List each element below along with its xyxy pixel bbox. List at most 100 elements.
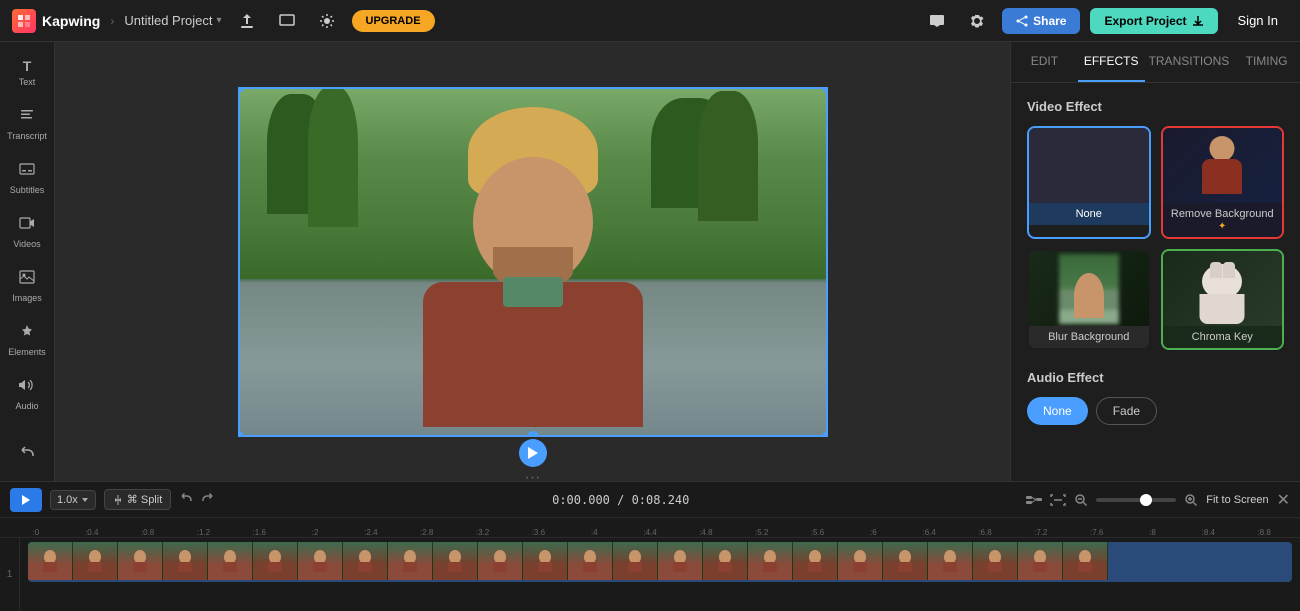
effect-blur-bg-label: Blur Background: [1029, 326, 1149, 348]
chat-button[interactable]: [922, 6, 952, 36]
panel-tabs: EDIT EFFECTS TRANSITIONS TIMING: [1011, 42, 1300, 83]
play-button[interactable]: [10, 488, 42, 512]
track-thumb-13: [568, 542, 613, 580]
effect-chroma-key[interactable]: Chroma Key: [1161, 249, 1285, 350]
audio-icon: [19, 377, 35, 398]
video-frame: [238, 87, 828, 437]
track-thumb-3: [118, 542, 163, 580]
sidebar: T Text Transcript Subtitles Videos Ima: [0, 42, 55, 481]
handle-bottom-mid[interactable]: [527, 431, 539, 437]
videos-icon: [19, 215, 35, 236]
topbar: Kapwing › Untitled Project ▾ UPGRADE Sha…: [0, 0, 1300, 42]
zoom-slider[interactable]: [1096, 498, 1176, 502]
track-number: 1: [0, 538, 20, 611]
breadcrumb-sep: ›: [110, 14, 114, 28]
track-thumb-5: [208, 542, 253, 580]
text-icon: T: [23, 58, 32, 74]
audio-buttons: None Fade: [1027, 397, 1284, 425]
share-button[interactable]: Share: [1002, 8, 1080, 34]
sidebar-item-subtitles[interactable]: Subtitles: [2, 153, 52, 203]
logo[interactable]: Kapwing: [12, 9, 100, 33]
timeline-tracks: 1: [0, 538, 1300, 611]
track-thumb-21: [928, 542, 973, 580]
effect-chroma-key-label: Chroma Key: [1163, 326, 1283, 348]
undo-icon: [19, 444, 35, 465]
fit-screen-button[interactable]: Fit to Screen: [1206, 494, 1268, 506]
track-thumb-2: [73, 542, 118, 580]
sidebar-item-text[interactable]: T Text: [2, 50, 52, 95]
zoom-out-button[interactable]: [1074, 493, 1088, 507]
zoom-in-button[interactable]: [1184, 493, 1198, 507]
effect-blur-bg[interactable]: Blur Background: [1027, 249, 1151, 350]
track-thumb-17: [748, 542, 793, 580]
close-timeline-button[interactable]: ✕: [1277, 490, 1290, 510]
signin-button[interactable]: Sign In: [1228, 13, 1288, 28]
track-thumb-23: [1018, 542, 1063, 580]
fit-tracks-button[interactable]: [1050, 494, 1066, 506]
undo-button[interactable]: [179, 491, 193, 508]
ruler-ticks: :0 :0.4 :0.8 :1.2 :1.6 :2 :2.4 :2.8 :3.2…: [0, 518, 1300, 537]
export-button[interactable]: Export Project: [1090, 8, 1217, 34]
timeline-right-controls: Fit to Screen ✕: [1026, 490, 1290, 510]
split-button[interactable]: ⌘ Split: [104, 489, 171, 510]
timeline-controls: 1.0x ⌘ Split 0:00.000 / 0:08.240: [0, 482, 1300, 518]
sidebar-images-label: Images: [12, 293, 42, 303]
track-content[interactable]: [20, 538, 1300, 611]
transcript-icon: [19, 107, 35, 128]
settings-button[interactable]: [962, 6, 992, 36]
video-track[interactable]: [28, 542, 1292, 582]
effect-none[interactable]: None: [1027, 126, 1151, 239]
track-thumb-1: [28, 542, 73, 580]
effect-none-label: None: [1029, 203, 1149, 225]
tab-timing[interactable]: TIMING: [1233, 42, 1300, 82]
upgrade-button[interactable]: UPGRADE: [352, 10, 435, 32]
export-label: Export Project: [1104, 14, 1186, 28]
sidebar-item-videos[interactable]: Videos: [2, 207, 52, 257]
sparkle-icon: ✦: [1218, 221, 1226, 232]
effect-blur-bg-thumb: [1029, 251, 1149, 326]
sidebar-item-elements[interactable]: Elements: [2, 315, 52, 365]
speed-selector[interactable]: 1.0x: [50, 490, 96, 510]
logo-icon: [12, 9, 36, 33]
video-effect-title: Video Effect: [1027, 99, 1284, 114]
sidebar-audio-label: Audio: [15, 401, 38, 411]
sidebar-undo[interactable]: [2, 436, 52, 473]
project-name[interactable]: Untitled Project ▾: [124, 13, 221, 28]
tab-effects[interactable]: EFFECTS: [1078, 42, 1145, 82]
tab-edit[interactable]: EDIT: [1011, 42, 1078, 82]
track-merge-button[interactable]: [1026, 494, 1042, 506]
track-thumb-12: [523, 542, 568, 580]
sidebar-elements-label: Elements: [8, 347, 46, 357]
track-thumb-24: [1063, 542, 1108, 580]
sidebar-transcript-label: Transcript: [7, 131, 47, 141]
right-panel: EDIT EFFECTS TRANSITIONS TIMING Video Ef…: [1010, 42, 1300, 481]
sidebar-item-images[interactable]: Images: [2, 261, 52, 311]
track-thumb-4: [163, 542, 208, 580]
track-thumb-15: [658, 542, 703, 580]
audio-fade-button[interactable]: Fade: [1096, 397, 1157, 425]
monitor-button[interactable]: [272, 6, 302, 36]
person-figure: [393, 107, 673, 427]
track-thumbs: [28, 542, 1108, 582]
timeline-ruler: :0 :0.4 :0.8 :1.2 :1.6 :2 :2.4 :2.8 :3.2…: [0, 518, 1300, 538]
more-options[interactable]: ···: [525, 469, 541, 482]
effect-remove-bg-label: Remove Background ✦: [1163, 203, 1283, 237]
track-thumb-22: [973, 542, 1018, 580]
effect-remove-bg-thumb: [1163, 128, 1283, 203]
track-thumb-19: [838, 542, 883, 580]
effect-chroma-key-thumb: [1163, 251, 1283, 326]
audio-none-button[interactable]: None: [1027, 397, 1088, 425]
effects-grid: None Remove Background ✦: [1027, 126, 1284, 350]
brightness-button[interactable]: [312, 6, 342, 36]
upload-button[interactable]: [232, 6, 262, 36]
redo-button[interactable]: [201, 491, 215, 508]
video-preview: ···: [238, 87, 828, 437]
center-play-button[interactable]: [519, 439, 547, 467]
audio-effect-title: Audio Effect: [1027, 370, 1284, 385]
sidebar-item-transcript[interactable]: Transcript: [2, 99, 52, 149]
tab-transitions[interactable]: TRANSITIONS: [1145, 42, 1234, 82]
effect-remove-bg[interactable]: Remove Background ✦: [1161, 126, 1285, 239]
track-thumb-7: [298, 542, 343, 580]
images-icon: [19, 269, 35, 290]
sidebar-item-audio[interactable]: Audio: [2, 369, 52, 419]
